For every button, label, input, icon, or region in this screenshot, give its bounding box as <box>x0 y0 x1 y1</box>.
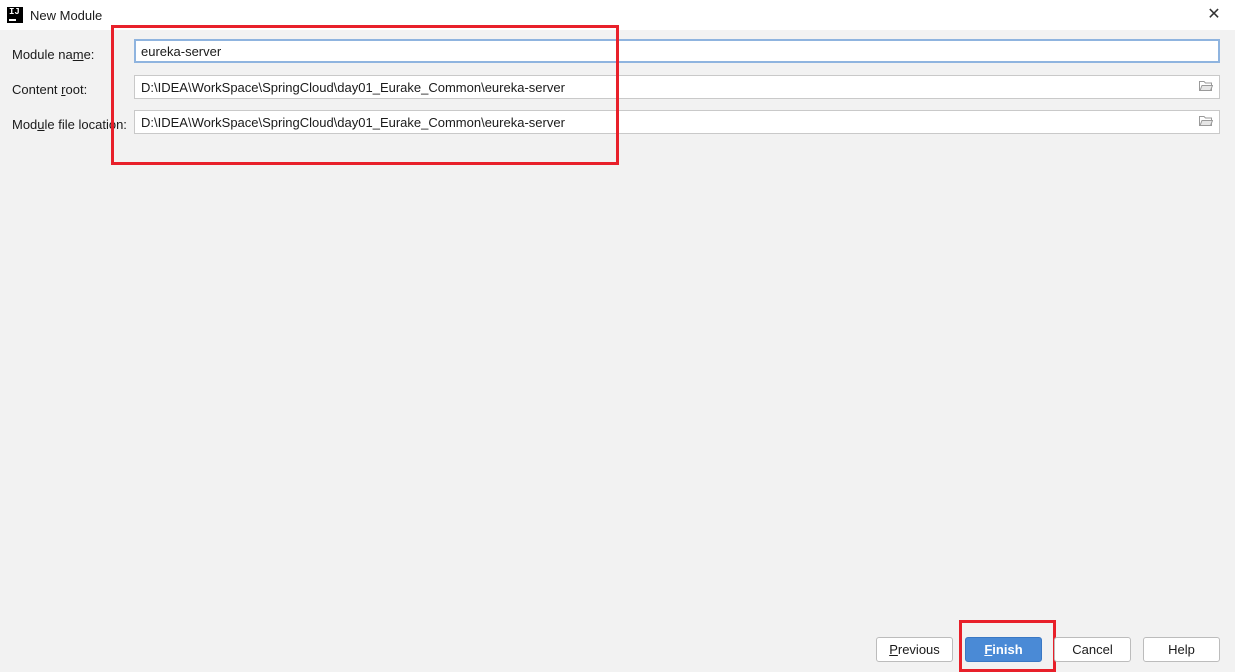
cancel-button[interactable]: Cancel <box>1054 637 1131 662</box>
content-root-field[interactable]: D:\IDEA\WorkSpace\SpringCloud\day01_Eura… <box>134 75 1220 99</box>
intellij-icon: IJ <box>7 7 23 23</box>
window-title: New Module <box>30 8 103 23</box>
previous-button[interactable]: Previous <box>876 637 953 662</box>
content-root-label: Content root: <box>12 82 88 97</box>
folder-open-icon[interactable] <box>1199 80 1213 92</box>
content-root-value: D:\IDEA\WorkSpace\SpringCloud\day01_Eura… <box>141 80 565 95</box>
title-bar: IJ New Module ✕ <box>0 0 1235 30</box>
module-file-location-value: D:\IDEA\WorkSpace\SpringCloud\day01_Eura… <box>141 115 565 130</box>
close-icon: ✕ <box>1207 6 1221 23</box>
finish-button[interactable]: Finish <box>965 637 1042 662</box>
module-file-location-field[interactable]: D:\IDEA\WorkSpace\SpringCloud\day01_Eura… <box>134 110 1220 134</box>
close-button[interactable]: ✕ <box>1205 6 1223 24</box>
module-file-location-label: Module file location: <box>12 117 127 132</box>
module-name-input[interactable] <box>134 39 1220 63</box>
help-button[interactable]: Help <box>1143 637 1220 662</box>
module-name-label: Module name: <box>12 47 95 62</box>
folder-open-icon[interactable] <box>1199 115 1213 127</box>
